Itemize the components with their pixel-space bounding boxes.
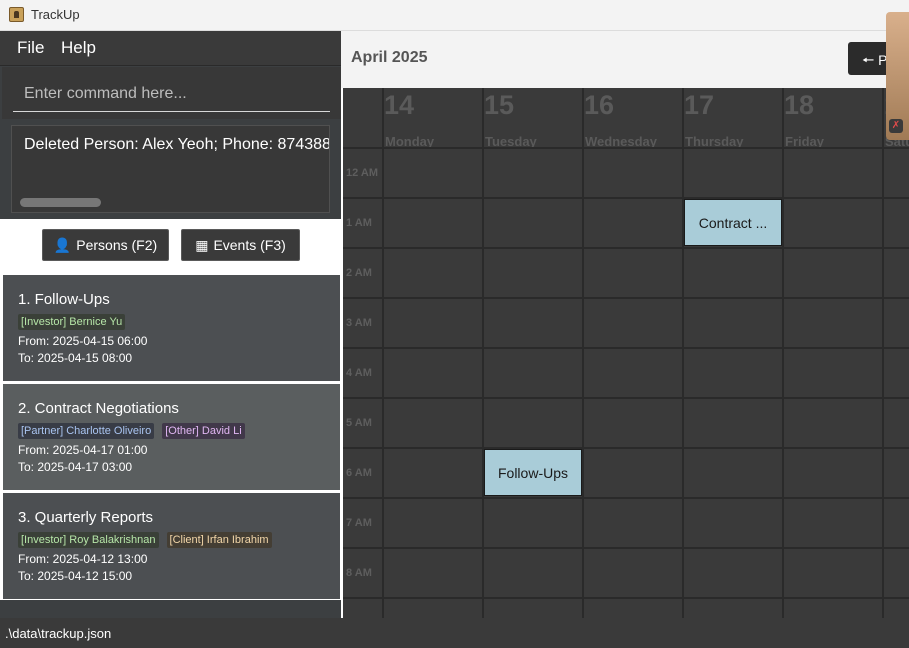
contact-tag: [Investor] Bernice Yu: [18, 314, 126, 330]
grid-row-divider: [343, 147, 909, 149]
week-grid: 14 Monday 15 Tuesday 16 Wednesday 17 Thursday 18…: [343, 88, 909, 618]
hour-label: 4 AM: [346, 367, 372, 379]
previous-week-label: 🠔 P: [862, 52, 888, 68]
events-button[interactable]: ▦ Events (F3): [181, 229, 300, 261]
day-header: 18 Friday: [783, 88, 883, 149]
event-tags: [Partner] Charlotte Oliveiro [Other] Dav…: [18, 423, 245, 439]
contact-tag: [Other] David Li: [162, 423, 245, 439]
grid-column-divider: [382, 88, 384, 618]
contact-tag: [Investor] Roy Balakrishnan: [18, 532, 159, 548]
command-box: [2, 67, 341, 119]
month-title: April 2025: [351, 49, 428, 66]
hour-label: 2 AM: [346, 267, 372, 279]
grid-row-divider: [343, 347, 909, 349]
contact-tag: [Client] Irfan Ibrahim: [166, 532, 272, 548]
window-title: TrackUp: [31, 7, 80, 22]
hour-label: 1 AM: [346, 217, 372, 229]
grid-row-divider: [343, 297, 909, 299]
grid-row-divider: [343, 397, 909, 399]
calendar-icon: ▦: [195, 236, 209, 253]
grid-column-divider: [782, 88, 784, 618]
event-card[interactable]: 3. Quarterly Reports [Investor] Roy Bala…: [3, 493, 340, 599]
hour-label: 5 AM: [346, 417, 372, 429]
result-scrollbar[interactable]: [20, 198, 101, 207]
event-from: From: 2025-04-17 01:00: [18, 443, 148, 457]
hour-label: 3 AM: [346, 317, 372, 329]
calendar-event[interactable]: Follow-Ups: [484, 449, 582, 496]
event-to: To: 2025-04-12 15:00: [18, 569, 133, 583]
command-input[interactable]: [13, 76, 330, 112]
persons-button-label: Persons (F2): [76, 237, 158, 253]
grid-column-divider: [682, 88, 684, 618]
event-to: To: 2025-04-15 08:00: [18, 351, 133, 365]
day-number: 15: [484, 90, 515, 120]
event-tags: [Investor] Roy Balakrishnan [Client] Irf…: [18, 532, 272, 548]
menu-bar: File Help: [0, 31, 341, 66]
persons-button[interactable]: 👤 Persons (F2): [42, 229, 169, 261]
grid-row-divider: [343, 247, 909, 249]
grid-column-divider: [582, 88, 584, 618]
calendar-panel: April 2025 🠔 P 14 Monday 15 Tuesday 16 Wednes…: [341, 31, 909, 618]
grid-row-divider: [343, 447, 909, 449]
hour-label: 8 AM: [346, 567, 372, 579]
event-title: 3. Quarterly Reports: [18, 509, 154, 526]
day-number: 16: [584, 90, 615, 120]
grid-column-divider: [482, 88, 484, 618]
contact-tag: [Partner] Charlotte Oliveiro: [18, 423, 155, 439]
left-panel: File Help Deleted Person: Alex Yeoh; Pho…: [0, 31, 341, 618]
menu-file[interactable]: File: [17, 38, 44, 58]
person-icon: 👤: [53, 236, 72, 253]
app-logo-icon: [9, 7, 24, 22]
day-header: 14 Monday: [383, 88, 483, 149]
day-number: 14: [384, 90, 415, 120]
day-number: 17: [684, 90, 715, 120]
status-bar: .\data\trackup.json: [0, 618, 909, 648]
event-title: 1. Follow-Ups: [18, 291, 110, 308]
data-file-path: .\data\trackup.json: [5, 626, 112, 641]
menu-help[interactable]: Help: [61, 38, 96, 58]
day-header: 16 Wednesday: [583, 88, 683, 149]
grid-row-divider: [343, 597, 909, 599]
grid-row-divider: [343, 547, 909, 549]
event-card[interactable]: 2. Contract Negotiations [Partner] Charl…: [3, 384, 340, 490]
day-number: 18: [784, 90, 815, 120]
day-header: 15 Tuesday: [483, 88, 583, 149]
event-from: From: 2025-04-15 06:00: [18, 334, 148, 348]
event-card[interactable]: 1. Follow-Ups [Investor] Bernice Yu From…: [3, 275, 340, 381]
grid-column-divider: [882, 88, 884, 618]
event-list: 1. Follow-Ups [Investor] Bernice Yu From…: [0, 275, 341, 600]
calendar-event[interactable]: Contract ...: [684, 199, 782, 246]
event-to: To: 2025-04-17 03:00: [18, 460, 133, 474]
event-from: From: 2025-04-12 13:00: [18, 552, 148, 566]
day-header: 17 Thursday: [683, 88, 783, 149]
result-text: Deleted Person: Alex Yeoh; Phone: 874388…: [24, 136, 330, 153]
view-switcher: 👤 Persons (F2) ▦ Events (F3): [0, 219, 341, 275]
events-button-label: Events (F3): [213, 237, 286, 253]
result-display[interactable]: Deleted Person: Alex Yeoh; Phone: 874388…: [11, 125, 330, 213]
event-title: 2. Contract Negotiations: [18, 400, 179, 417]
hour-label: 12 AM: [346, 167, 378, 179]
grid-row-divider: [343, 497, 909, 499]
app-window: TrackUp File Help Deleted Person: Alex Y…: [0, 0, 909, 648]
calendar-header: April 2025 🠔 P: [341, 31, 909, 88]
mic-muted-icon: ✗: [889, 119, 903, 133]
title-bar: TrackUp: [0, 0, 909, 31]
event-tags: [Investor] Bernice Yu: [18, 314, 126, 330]
grid-row-divider: [343, 197, 909, 199]
hour-label: 7 AM: [346, 517, 372, 529]
hour-label: 6 AM: [346, 467, 372, 479]
